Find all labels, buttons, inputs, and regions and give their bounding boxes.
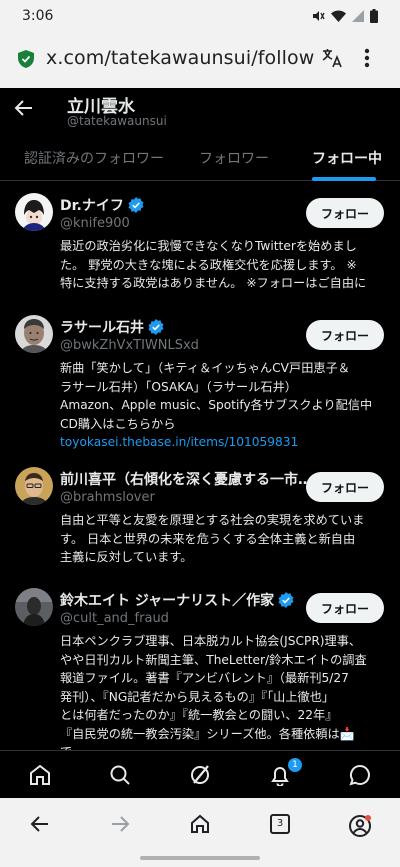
bottom-nav: 1	[0, 750, 400, 798]
profile-header: 立川雲水 @tatekawaunsui	[0, 88, 400, 134]
messages-icon	[349, 764, 370, 786]
avatar[interactable]	[15, 315, 53, 353]
list-item[interactable]: 鈴木エイト ジャーナリスト／作家 @cult_and_fraud フォロー 日本…	[0, 576, 400, 751]
avatar[interactable]	[15, 588, 53, 626]
follow-button[interactable]: フォロー	[306, 320, 384, 350]
follow-tabs: 認証済みのフォロワー フォロワー フォロー中	[0, 134, 400, 181]
follow-button[interactable]: フォロー	[306, 593, 384, 623]
nav-notifications[interactable]: 1	[240, 751, 320, 798]
account-icon[interactable]	[348, 814, 372, 838]
nav-messages[interactable]	[320, 751, 400, 798]
status-icons	[311, 9, 378, 23]
user-bio: 最近の政治劣化に我慢できなくなりTwitterを始めまし た。 野党の大きな塊に…	[60, 239, 367, 290]
browser-home-icon[interactable]	[190, 814, 210, 834]
tab-verified-followers[interactable]: 認証済みのフォロワー	[24, 148, 164, 168]
browser-toolbar: 3	[0, 798, 400, 867]
mute-icon	[313, 11, 325, 21]
user-bio: 新曲「笑かして」（キティ＆イッちゃんCV戸田恵子＆ ラサール石井）「OSAKA」…	[60, 359, 386, 452]
avatar[interactable]	[15, 193, 53, 231]
browser-url-bar: x.com/tatekawaunsui/following	[0, 32, 400, 88]
bio-link[interactable]: toyokasei.thebase.in/items/101059831	[60, 433, 386, 452]
tab-followers[interactable]: フォロワー	[199, 148, 269, 168]
signal-icon	[352, 10, 364, 22]
browser-back-icon[interactable]	[30, 814, 50, 834]
following-list: Dr.ナイフ @knife900 フォロー 最近の政治劣化に我慢できなくなりTw…	[0, 181, 400, 751]
tab-following[interactable]: フォロー中	[312, 148, 382, 168]
verified-badge-icon	[278, 592, 294, 608]
user-name[interactable]: 鈴木エイト ジャーナリスト／作家	[60, 590, 294, 610]
list-item[interactable]: ラサール石井 @bwkZhVxTIWNLSxd フォロー 新曲「笑かして」（キテ…	[0, 303, 400, 455]
list-item[interactable]: 前川喜平（右傾化を深く憂慮する一市… @brahmslover フォロー 自由と…	[0, 455, 400, 576]
tab-switcher-button[interactable]: 3	[270, 814, 290, 834]
site-security-icon[interactable]	[18, 50, 34, 68]
wifi-icon	[331, 10, 346, 22]
avatar[interactable]	[15, 467, 53, 505]
user-name[interactable]: ラサール石井	[60, 317, 164, 337]
follow-button[interactable]: フォロー	[306, 472, 384, 502]
user-name[interactable]: Dr.ナイフ	[60, 195, 144, 215]
user-bio: 自由と平等と友愛を原理とする社会の実現を求めていま す。 日本と世界の未来を危う…	[60, 513, 365, 564]
browser-forward-icon[interactable]	[110, 814, 130, 834]
back-arrow-icon[interactable]	[14, 98, 34, 118]
user-bio: 日本ペンクラブ理事、日本脱カルト協会(JSCPR)理事、 やや日刊カルト新聞主筆…	[60, 634, 367, 751]
nav-home[interactable]	[0, 751, 80, 798]
notification-badge: 1	[288, 758, 302, 772]
user-handle: @cult_and_fraud	[60, 611, 169, 626]
home-icon	[30, 764, 50, 785]
status-time: 3:06	[22, 8, 54, 24]
grok-icon	[191, 764, 209, 784]
list-item[interactable]: Dr.ナイフ @knife900 フォロー 最近の政治劣化に我慢できなくなりTw…	[0, 181, 400, 303]
user-handle: @knife900	[60, 216, 130, 231]
gesture-bar	[140, 856, 260, 860]
status-bar: 3:06	[0, 0, 400, 32]
user-handle: @brahmslover	[60, 490, 155, 505]
overflow-menu-icon[interactable]	[364, 48, 370, 68]
verified-badge-icon	[148, 319, 164, 335]
url-text[interactable]: x.com/tatekawaunsui/following	[46, 47, 316, 69]
user-name[interactable]: 前川喜平（右傾化を深く憂慮する一市…	[60, 469, 312, 489]
nav-search[interactable]	[80, 751, 160, 798]
follow-button[interactable]: フォロー	[306, 198, 384, 228]
nav-grok[interactable]	[160, 751, 240, 798]
verified-badge-icon	[128, 197, 144, 213]
user-handle: @bwkZhVxTIWNLSxd	[60, 338, 199, 353]
battery-icon	[370, 9, 378, 23]
translate-icon[interactable]	[320, 46, 344, 70]
search-icon	[110, 765, 130, 785]
profile-handle: @tatekawaunsui	[67, 114, 167, 128]
